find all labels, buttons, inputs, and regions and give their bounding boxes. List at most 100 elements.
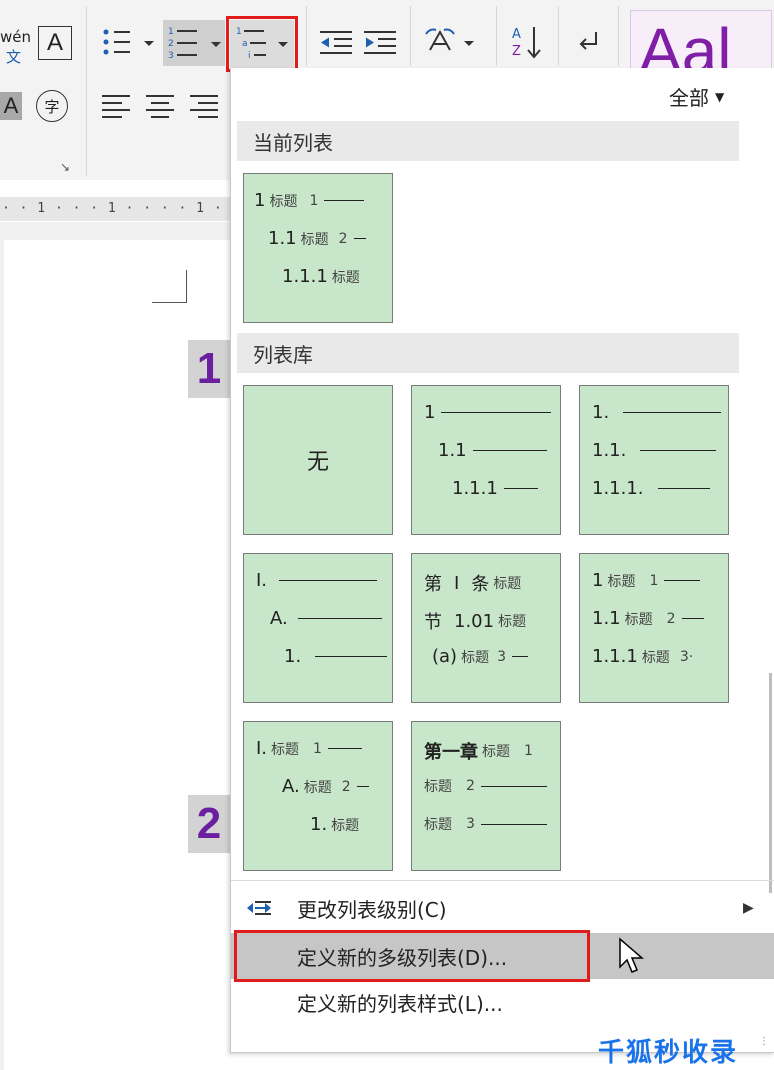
list-filter-dropdown[interactable]: 全部 ▼: [669, 82, 724, 111]
scrollbar-thumb[interactable]: [769, 673, 772, 893]
phonetic-guide-button[interactable]: wén 文: [0, 28, 31, 67]
level-title: 标题: [331, 269, 360, 286]
level-number: 第一章: [424, 742, 478, 763]
align-center-icon: [146, 95, 174, 118]
level-number: 1: [592, 570, 604, 591]
level-title: 标题: [331, 817, 360, 834]
numbered-list-icon: 1 2 3: [168, 27, 221, 61]
list-tile-chapter[interactable]: 第一章 标题 1 标题 2 标题 3: [411, 721, 561, 871]
horizontal-ruler[interactable]: · · 1 · · · 1 · · · · 1 · · · · · ·: [0, 197, 310, 221]
svg-text:Z: Z: [512, 44, 521, 59]
bullets-button[interactable]: [100, 26, 160, 64]
level-number: 1.: [592, 402, 610, 423]
show-marks-button[interactable]: [574, 28, 604, 62]
level-number: I: [454, 572, 460, 594]
style-preview-text: Aal: [639, 15, 732, 72]
current-list-heading: 当前列表: [237, 121, 739, 161]
level-index: 3·: [679, 648, 694, 665]
enclose-characters-label: 字: [44, 97, 60, 116]
level-title: 标题: [461, 649, 490, 666]
level-prefix: 第: [424, 574, 442, 595]
ribbon-separator: [618, 6, 619, 66]
level-title: 标题: [424, 779, 452, 795]
character-border-label: A: [46, 29, 63, 56]
align-right-button[interactable]: [188, 92, 220, 122]
svg-text:2: 2: [168, 39, 174, 49]
level-title: 标题: [624, 611, 653, 628]
submenu-arrow-icon: ▶: [743, 900, 754, 916]
level-title: 标题: [271, 741, 300, 758]
ribbon-separator: [86, 6, 87, 176]
paragraph-mark-icon: [579, 32, 597, 50]
level-index: 3: [497, 648, 506, 665]
list-library-heading: 列表库: [237, 333, 739, 373]
current-list-tile[interactable]: 1 标题 1 1.1 标题 2 1.1.1 标题: [243, 173, 393, 323]
sort-button[interactable]: A Z: [510, 24, 544, 64]
level-number: (a): [432, 646, 458, 667]
level-title: 标题: [424, 817, 452, 833]
level-title: 标题: [269, 193, 298, 210]
list-tile-heading-numeric[interactable]: 1 标题 1 1.1 标题 2 1.1.1 标题 3·: [579, 553, 729, 703]
list-tile-roman-heading[interactable]: I. 标题 1 A. 标题 2 1. 标题: [243, 721, 393, 871]
increase-indent-icon: [364, 31, 396, 54]
margin-corner-mark: [152, 270, 187, 303]
character-shading-button[interactable]: A: [0, 92, 22, 120]
level-title: 标题: [641, 649, 670, 666]
define-multilevel-highlight: [234, 930, 590, 982]
phonetic-guide-top: wén: [0, 28, 32, 46]
level-index: 2: [666, 610, 676, 627]
resize-grip-icon[interactable]: ⋮: [759, 1036, 769, 1047]
multilevel-list-dropdown: 全部 ▼ 当前列表 1 标题 1 1.1 标题 2 1.1.1 标题 列表库 无 1 1.…: [230, 68, 774, 1053]
step-number-2: 2: [188, 795, 230, 853]
level-title: 标题: [607, 573, 636, 590]
define-list-style-item[interactable]: 定义新的列表样式(L)...: [231, 980, 774, 1024]
sort-az-icon: A Z: [512, 27, 541, 59]
style-gallery-preview[interactable]: Aal: [630, 10, 772, 72]
list-tile-numeric-dotted[interactable]: 1. 1.1. 1.1.1.: [579, 385, 729, 535]
step-number-1: 1: [188, 340, 230, 398]
level-title: 标题: [303, 779, 332, 796]
align-center-button[interactable]: [144, 92, 176, 122]
level-suffix: 条: [471, 574, 490, 595]
level-index: 2: [341, 778, 351, 795]
enclose-characters-button[interactable]: 字: [36, 90, 68, 122]
svg-text:3: 3: [168, 51, 174, 61]
multilevel-list-highlight: [226, 16, 298, 72]
change-level-icon: [247, 901, 271, 915]
change-list-level-item[interactable]: 更改列表级别(C) ▶: [231, 886, 774, 930]
level-title: 标题: [493, 576, 522, 592]
level-number: 1.1: [592, 608, 621, 629]
list-tile-numeric[interactable]: 1 1.1 1.1.1: [411, 385, 561, 535]
mouse-cursor-icon: [619, 937, 645, 973]
list-tile-article-section[interactable]: 第 I 条标题 节 1.01 标题 (a) 标题 3: [411, 553, 561, 703]
level-index: 2: [338, 230, 348, 247]
ribbon-separator: [410, 6, 411, 66]
increase-indent-button[interactable]: [362, 28, 398, 62]
level-number: 1.1: [438, 440, 467, 461]
level-index: 2: [466, 778, 475, 794]
level-number: 1.: [310, 814, 328, 835]
level-number: 1.1.: [592, 440, 627, 461]
level-index: 1: [309, 192, 319, 209]
phonetic-guide-bottom: 文: [6, 48, 22, 66]
list-tile-none[interactable]: 无: [243, 385, 393, 535]
character-border-button[interactable]: A: [38, 26, 72, 60]
level-number: 1.: [284, 646, 302, 667]
align-right-icon: [190, 95, 218, 118]
watermark-text: 千狐秒收录: [598, 1038, 739, 1068]
level-index: 3: [466, 816, 475, 832]
none-label: 无: [306, 450, 329, 475]
level-number: 1.1.1: [282, 266, 328, 287]
level-number: I.: [256, 738, 268, 759]
change-list-level-label: 更改列表级别(C): [297, 897, 447, 922]
chinese-layout-icon: [425, 28, 474, 51]
numbering-button[interactable]: 1 2 3: [163, 20, 225, 66]
dialog-launcher-icon[interactable]: ↘: [60, 160, 70, 174]
align-left-button[interactable]: [100, 92, 132, 122]
decrease-indent-button[interactable]: [318, 28, 354, 62]
list-tile-roman[interactable]: I. A. 1.: [243, 553, 393, 703]
ribbon-separator: [496, 6, 497, 66]
level-number: 1.1.1.: [592, 478, 644, 499]
align-left-icon: [102, 95, 130, 118]
chinese-layout-button[interactable]: [424, 26, 478, 64]
